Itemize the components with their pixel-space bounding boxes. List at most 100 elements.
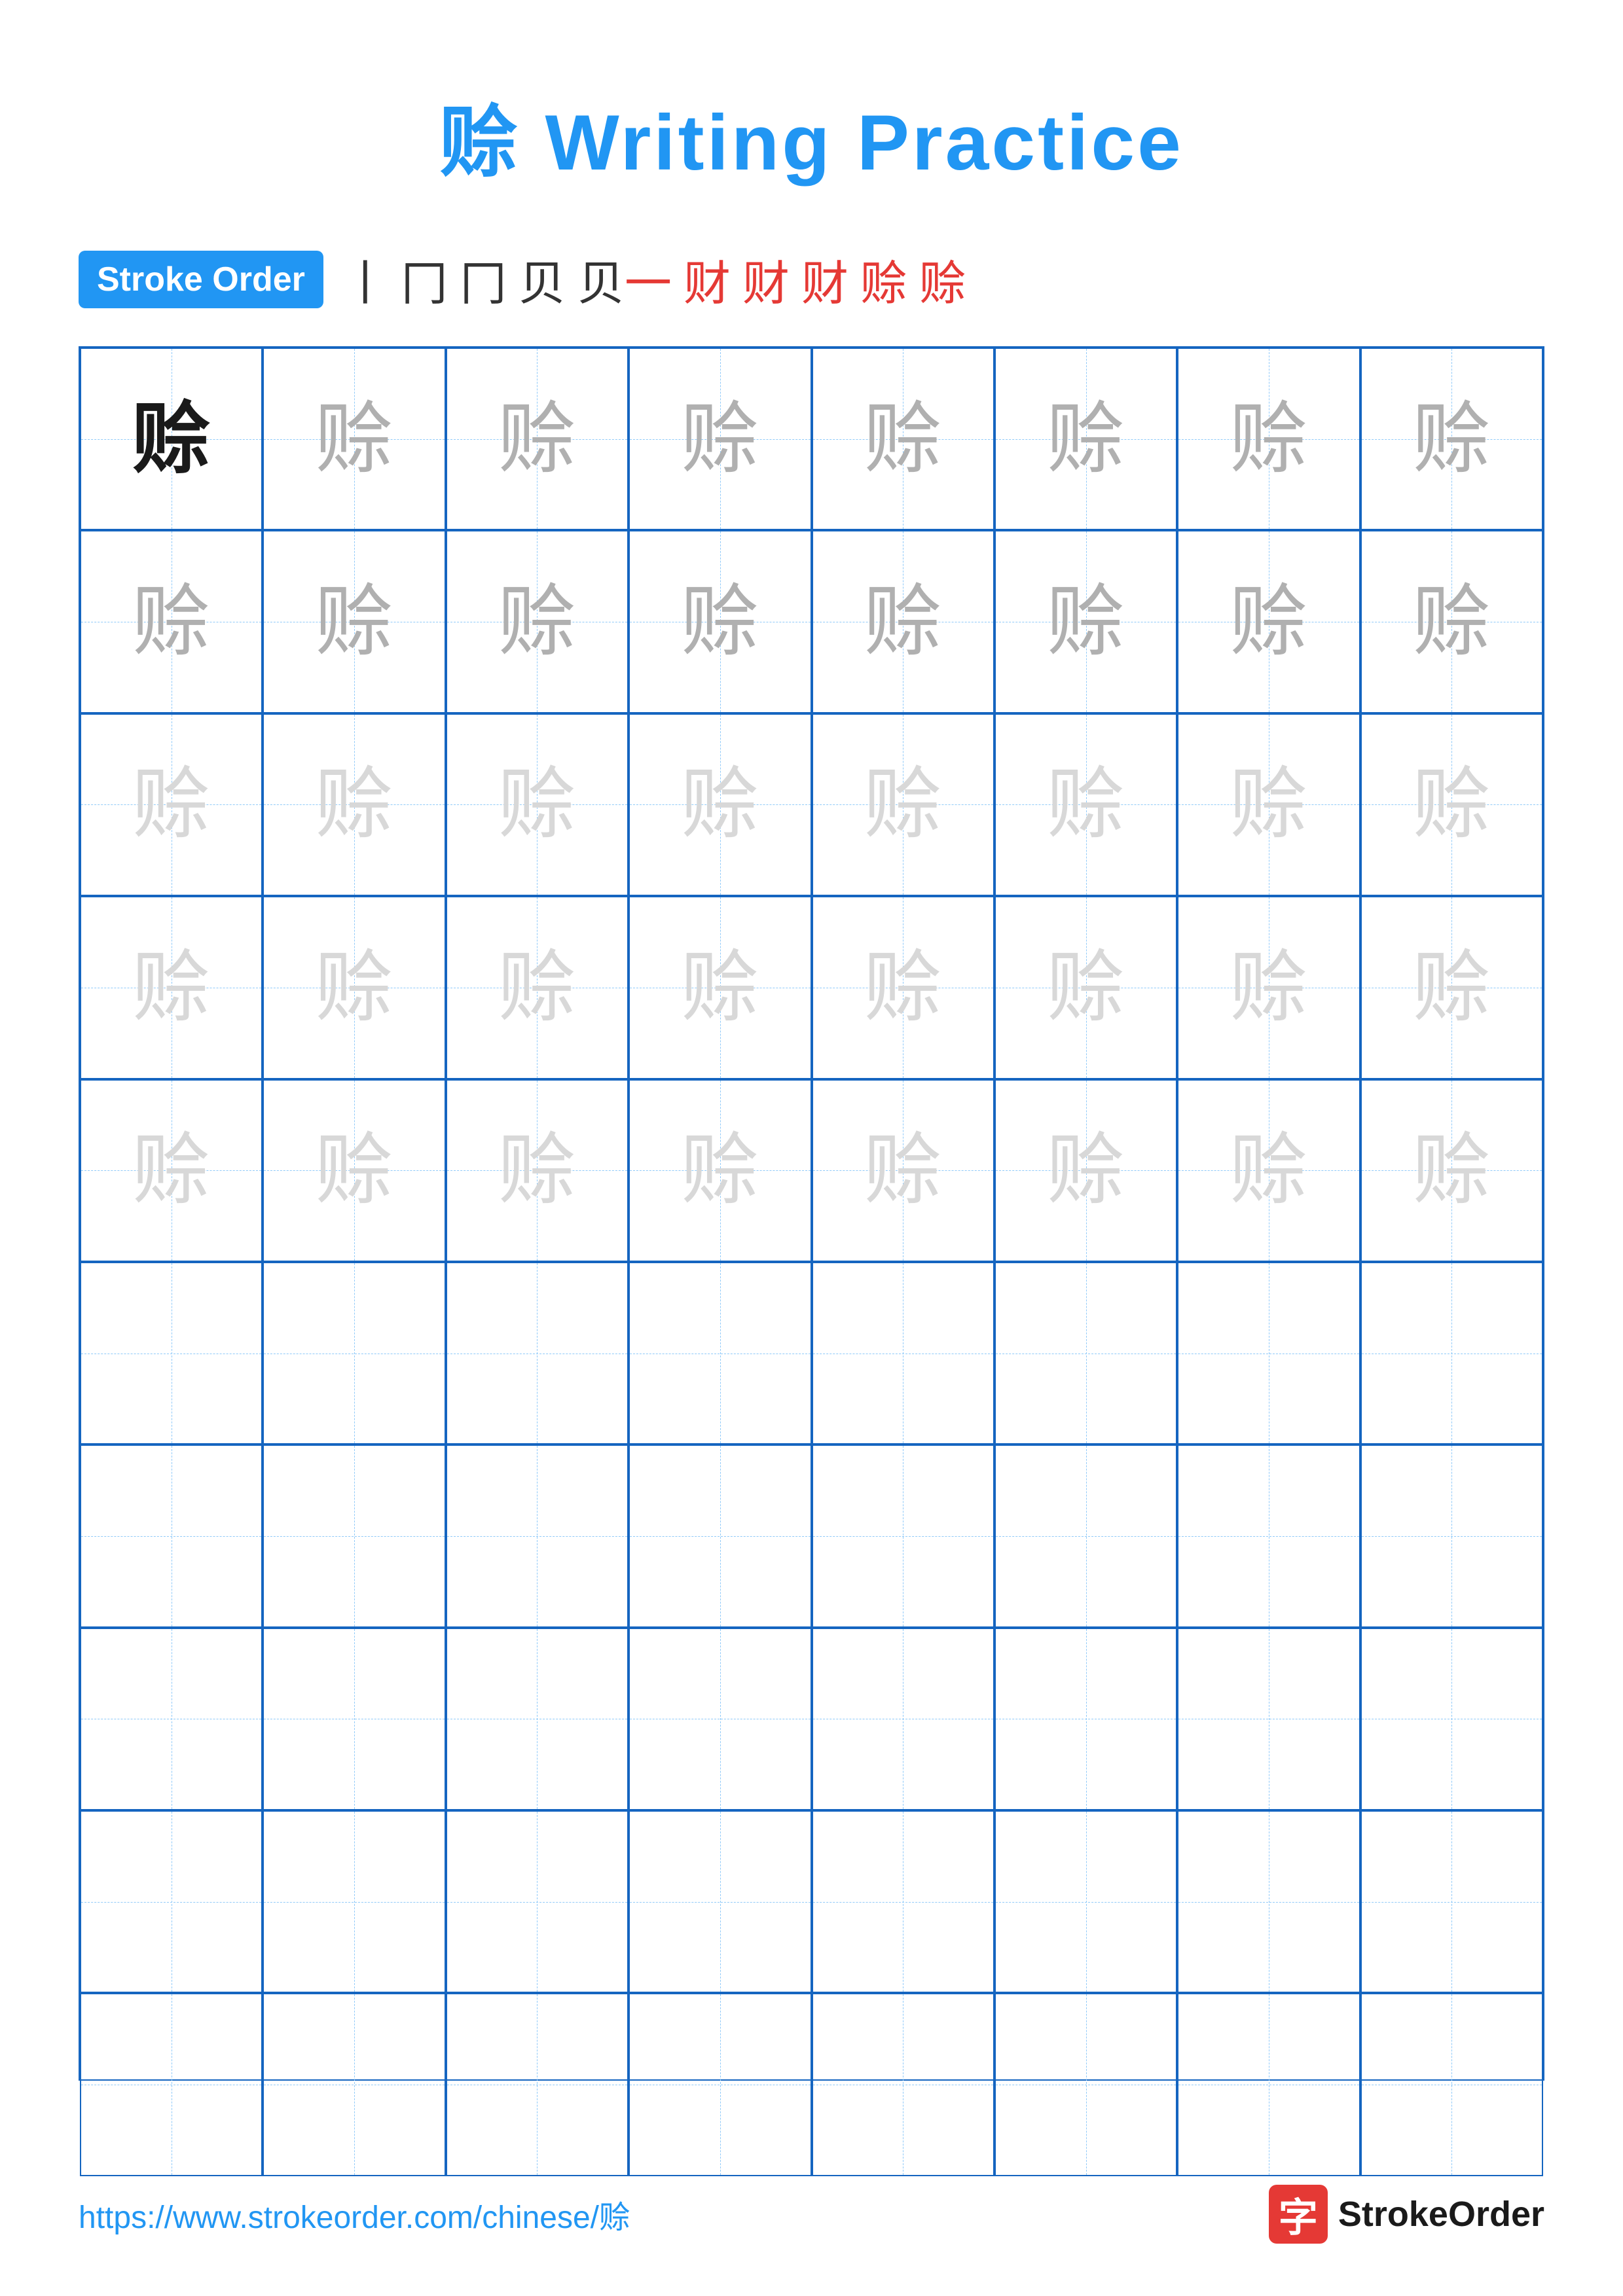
grid-cell-r8c7[interactable] <box>1177 1628 1360 1810</box>
char-r1c4: 赊 <box>681 400 759 478</box>
char-r5c2: 赊 <box>315 1131 393 1210</box>
grid-cell-r2c1[interactable]: 赊 <box>80 530 263 713</box>
grid-cell-r1c5[interactable]: 赊 <box>812 348 994 530</box>
grid-cell-r5c8[interactable]: 赊 <box>1360 1079 1543 1262</box>
grid-cell-r2c7[interactable]: 赊 <box>1177 530 1360 713</box>
grid-cell-r9c3[interactable] <box>446 1810 629 1993</box>
grid-cell-r4c5[interactable]: 赊 <box>812 896 994 1079</box>
stroke-3: 冂 <box>460 245 507 314</box>
grid-cell-r2c6[interactable]: 赊 <box>994 530 1177 713</box>
grid-cell-r7c3[interactable] <box>446 1444 629 1627</box>
practice-grid: 赊 赊 赊 赊 赊 赊 赊 赊 赊 赊 赊 赊 赊 赊 赊 赊 赊 赊 赊 赊 … <box>79 346 1544 2081</box>
grid-cell-r8c4[interactable] <box>629 1628 811 1810</box>
char-r4c2: 赊 <box>315 948 393 1027</box>
grid-cell-r3c4[interactable]: 赊 <box>629 713 811 896</box>
grid-cell-r8c1[interactable] <box>80 1628 263 1810</box>
grid-cell-r10c1[interactable] <box>80 1993 263 2176</box>
grid-cell-r1c8[interactable]: 赊 <box>1360 348 1543 530</box>
char-r2c4: 赊 <box>681 583 759 661</box>
grid-cell-r1c3[interactable]: 赊 <box>446 348 629 530</box>
grid-cell-r3c6[interactable]: 赊 <box>994 713 1177 896</box>
stroke-order-chars: 丨 冂 冂 贝 贝一 财 财 财 赊 赊 <box>342 245 966 314</box>
grid-cell-r9c4[interactable] <box>629 1810 811 1993</box>
grid-cell-r7c5[interactable] <box>812 1444 994 1627</box>
char-r2c5: 赊 <box>864 583 942 661</box>
grid-cell-r1c2[interactable]: 赊 <box>263 348 445 530</box>
grid-cell-r7c4[interactable] <box>629 1444 811 1627</box>
grid-cell-r3c8[interactable]: 赊 <box>1360 713 1543 896</box>
grid-cell-r7c1[interactable] <box>80 1444 263 1627</box>
grid-cell-r8c3[interactable] <box>446 1628 629 1810</box>
grid-cell-r8c6[interactable] <box>994 1628 1177 1810</box>
grid-cell-r2c5[interactable]: 赊 <box>812 530 994 713</box>
grid-cell-r2c8[interactable]: 赊 <box>1360 530 1543 713</box>
grid-cell-r3c5[interactable]: 赊 <box>812 713 994 896</box>
char-r4c1: 赊 <box>132 948 211 1027</box>
page-title: 赊 Writing Practice <box>79 79 1544 192</box>
grid-cell-r9c1[interactable] <box>80 1810 263 1993</box>
grid-cell-r9c8[interactable] <box>1360 1810 1543 1993</box>
grid-cell-r5c7[interactable]: 赊 <box>1177 1079 1360 1262</box>
grid-cell-r8c8[interactable] <box>1360 1628 1543 1810</box>
grid-cell-r2c4[interactable]: 赊 <box>629 530 811 713</box>
grid-cell-r4c4[interactable]: 赊 <box>629 896 811 1079</box>
grid-cell-r6c1[interactable] <box>80 1262 263 1444</box>
grid-cell-r3c1[interactable]: 赊 <box>80 713 263 896</box>
grid-cell-r4c6[interactable]: 赊 <box>994 896 1177 1079</box>
grid-cell-r8c2[interactable] <box>263 1628 445 1810</box>
grid-cell-r10c5[interactable] <box>812 1993 994 2176</box>
char-r3c4: 赊 <box>681 765 759 844</box>
grid-cell-r6c3[interactable] <box>446 1262 629 1444</box>
grid-cell-r3c3[interactable]: 赊 <box>446 713 629 896</box>
grid-cell-r2c3[interactable]: 赊 <box>446 530 629 713</box>
grid-cell-r5c2[interactable]: 赊 <box>263 1079 445 1262</box>
grid-cell-r7c7[interactable] <box>1177 1444 1360 1627</box>
grid-cell-r5c6[interactable]: 赊 <box>994 1079 1177 1262</box>
grid-cell-r7c8[interactable] <box>1360 1444 1543 1627</box>
grid-cell-r10c8[interactable] <box>1360 1993 1543 2176</box>
footer-logo: 字 StrokeOrder <box>1269 2185 1544 2244</box>
grid-cell-r9c5[interactable] <box>812 1810 994 1993</box>
grid-cell-r3c2[interactable]: 赊 <box>263 713 445 896</box>
grid-cell-r9c6[interactable] <box>994 1810 1177 1993</box>
grid-cell-r6c2[interactable] <box>263 1262 445 1444</box>
grid-cell-r2c2[interactable]: 赊 <box>263 530 445 713</box>
stroke-7: 财 <box>742 245 790 314</box>
grid-cell-r5c1[interactable]: 赊 <box>80 1079 263 1262</box>
grid-cell-r6c8[interactable] <box>1360 1262 1543 1444</box>
grid-cell-r4c2[interactable]: 赊 <box>263 896 445 1079</box>
grid-cell-r1c4[interactable]: 赊 <box>629 348 811 530</box>
grid-cell-r4c8[interactable]: 赊 <box>1360 896 1543 1079</box>
grid-cell-r6c6[interactable] <box>994 1262 1177 1444</box>
grid-cell-r5c5[interactable]: 赊 <box>812 1079 994 1262</box>
grid-cell-r6c7[interactable] <box>1177 1262 1360 1444</box>
grid-cell-r4c3[interactable]: 赊 <box>446 896 629 1079</box>
grid-cell-r1c6[interactable]: 赊 <box>994 348 1177 530</box>
grid-cell-r4c7[interactable]: 赊 <box>1177 896 1360 1079</box>
grid-cell-r6c4[interactable] <box>629 1262 811 1444</box>
grid-cell-r10c3[interactable] <box>446 1993 629 2176</box>
char-r2c8: 赊 <box>1412 583 1491 661</box>
grid-cell-r5c3[interactable]: 赊 <box>446 1079 629 1262</box>
grid-cell-r7c6[interactable] <box>994 1444 1177 1627</box>
grid-cell-r1c1[interactable]: 赊 <box>80 348 263 530</box>
grid-cell-r10c6[interactable] <box>994 1993 1177 2176</box>
grid-cell-r10c4[interactable] <box>629 1993 811 2176</box>
grid-cell-r8c5[interactable] <box>812 1628 994 1810</box>
char-r5c1: 赊 <box>132 1131 211 1210</box>
char-r3c1: 赊 <box>132 765 211 844</box>
char-r2c6: 赊 <box>1047 583 1125 661</box>
grid-cell-r9c7[interactable] <box>1177 1810 1360 1993</box>
char-r4c8: 赊 <box>1412 948 1491 1027</box>
grid-cell-r5c4[interactable]: 赊 <box>629 1079 811 1262</box>
char-r4c5: 赊 <box>864 948 942 1027</box>
grid-cell-r4c1[interactable]: 赊 <box>80 896 263 1079</box>
grid-cell-r10c2[interactable] <box>263 1993 445 2176</box>
grid-cell-r10c7[interactable] <box>1177 1993 1360 2176</box>
grid-cell-r1c7[interactable]: 赊 <box>1177 348 1360 530</box>
grid-cell-r7c2[interactable] <box>263 1444 445 1627</box>
page: 赊 Writing Practice Stroke Order 丨 冂 冂 贝 … <box>0 0 1623 2296</box>
grid-cell-r6c5[interactable] <box>812 1262 994 1444</box>
grid-cell-r9c2[interactable] <box>263 1810 445 1993</box>
grid-cell-r3c7[interactable]: 赊 <box>1177 713 1360 896</box>
